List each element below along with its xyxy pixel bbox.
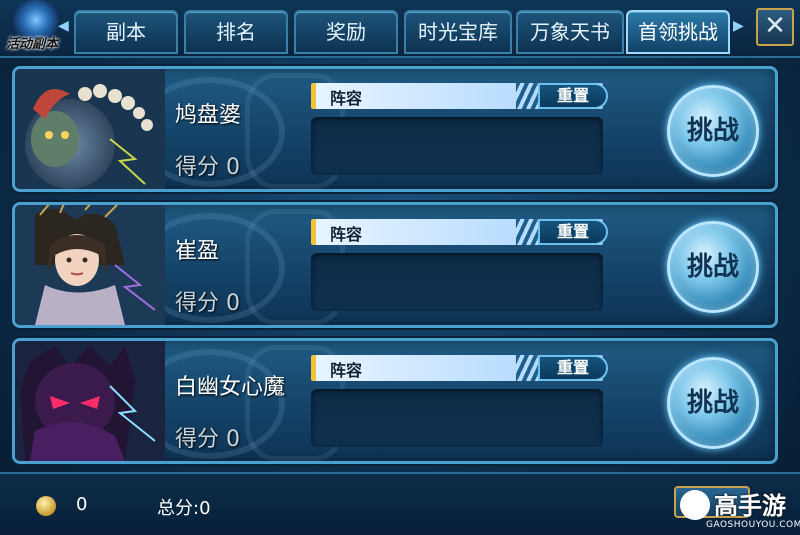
total-score: 总分:0 [157, 498, 211, 519]
boss-score: 得分 0 [175, 427, 240, 452]
lineup-label: 阵容 [330, 225, 363, 244]
tab-dungeon[interactable]: 副本 [74, 10, 178, 54]
boss-name: 崔盈 [175, 239, 220, 264]
lineup-slot[interactable] [311, 389, 603, 447]
boss-portrait-skull-demon [15, 69, 165, 189]
lineup-bar: 阵容 重置 [311, 83, 608, 109]
boss-score: 得分 0 [175, 155, 240, 180]
challenge-button[interactable]: 挑战 [667, 85, 759, 177]
activity-badge-label: 活动副本 [6, 37, 59, 52]
lineup-label: 阵容 [330, 89, 363, 108]
boss-card: 鸠盘婆 得分 0 阵容 重置 挑战 [12, 66, 778, 192]
coin-icon [36, 496, 56, 516]
boss-portrait-shadow-demon [15, 341, 165, 461]
brand-domain: GAOSHOUYOU.COM [706, 520, 800, 530]
tab-ranking[interactable]: 排名 [184, 10, 288, 54]
boss-portrait-crowned-woman [15, 205, 165, 325]
brand-logo-icon [680, 490, 710, 520]
lineup-label: 阵容 [330, 361, 363, 380]
lineup-bar: 阵容 重置 [311, 355, 608, 381]
tab-scroll-left-icon[interactable]: ◀ [58, 18, 69, 34]
close-button[interactable]: ✕ [756, 8, 794, 46]
boss-score: 得分 0 [175, 291, 240, 316]
lineup-bar: 阵容 重置 [311, 219, 608, 245]
challenge-button[interactable]: 挑战 [667, 221, 759, 313]
coin-count: 0 [76, 494, 88, 515]
brand-name: 高手游 [714, 492, 786, 520]
reset-button[interactable]: 重置 [538, 355, 608, 381]
tab-myriad-book[interactable]: 万象天书 [516, 10, 624, 54]
lineup-slot[interactable] [311, 117, 603, 175]
tab-boss-challenge[interactable]: 首领挑战 [626, 10, 730, 54]
tab-rewards[interactable]: 奖励 [294, 10, 398, 54]
lineup-slot[interactable] [311, 253, 603, 311]
tab-scroll-right-icon[interactable]: ▶ [733, 18, 744, 34]
boss-name: 鸠盘婆 [175, 103, 242, 128]
reset-button[interactable]: 重置 [538, 219, 608, 245]
boss-card: 崔盈 得分 0 阵容 重置 挑战 [12, 202, 778, 328]
boss-name: 白幽女心魔 [175, 375, 286, 400]
watermark-brand: 高手游 GAOSHOUYOU.COM [680, 482, 800, 534]
close-x-icon: ✕ [764, 11, 786, 41]
footer-bar: 0 总分:0 高手游 GAOSHOUYOU.COM [0, 472, 800, 535]
reset-button[interactable]: 重置 [538, 83, 608, 109]
challenge-button[interactable]: 挑战 [667, 357, 759, 449]
top-tab-bar: 活动副本 ◀ 副本 排名 奖励 时光宝库 万象天书 首领挑战 ▶ ✕ [0, 0, 800, 58]
boss-card: 白幽女心魔 得分 0 阵容 重置 挑战 [12, 338, 778, 464]
tab-time-treasury[interactable]: 时光宝库 [404, 10, 512, 54]
